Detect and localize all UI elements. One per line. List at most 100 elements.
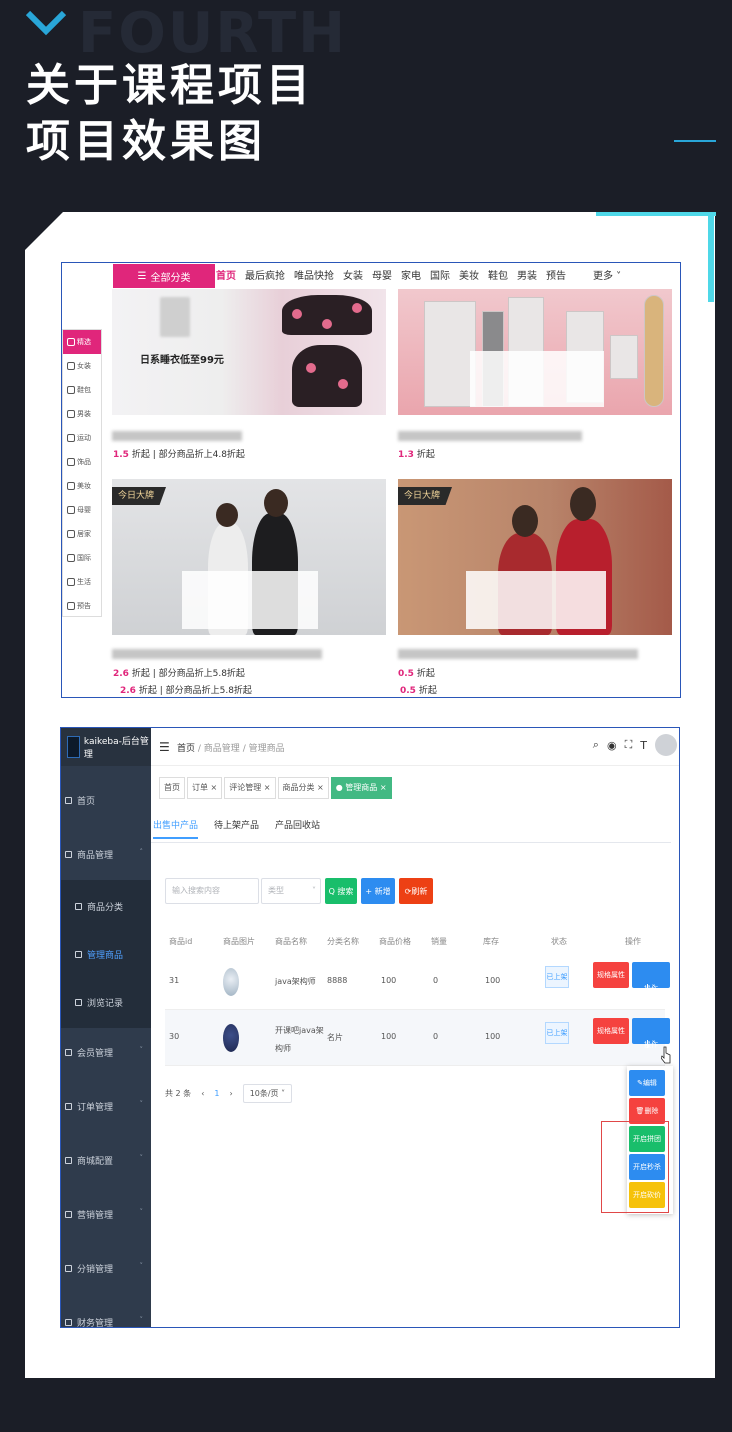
- shop-top-nav: 首页 最后疯抢 唯品快抢 女装 母婴 家电 国际 美妆 鞋包 男装 预告 更多 …: [216, 267, 621, 282]
- side-category-item[interactable]: 饰品: [63, 450, 101, 474]
- blurred-title: [112, 649, 322, 659]
- breadcrumb-mid[interactable]: 商品管理: [204, 744, 240, 754]
- tag-item[interactable]: 首页: [159, 777, 185, 799]
- promo-tile-sportswear[interactable]: 今日大牌: [112, 479, 386, 635]
- promo-tile-sleepwear[interactable]: 日系睡衣低至99元: [112, 289, 386, 415]
- search-icon[interactable]: ⌕: [593, 738, 599, 752]
- side-category-item[interactable]: 预告: [63, 594, 101, 618]
- tab-recycle[interactable]: 产品回收站: [275, 818, 320, 839]
- sidebar-item-home[interactable]: 首页: [61, 774, 151, 826]
- lock-icon: [65, 1102, 72, 1110]
- appliance-image: [610, 335, 638, 379]
- admin-screenshot: kaikeba-后台管理 首页 商品管理 ˄ 商品分类 管理商品 浏览记录 会员管…: [60, 727, 680, 1328]
- nav-item[interactable]: 唯品快抢: [294, 267, 334, 282]
- github-icon[interactable]: ◉: [607, 739, 617, 752]
- side-category-item[interactable]: 居家: [63, 522, 101, 546]
- price-line: 0.5 折起: [398, 666, 435, 679]
- nav-item[interactable]: 首页: [216, 267, 236, 282]
- nav-item[interactable]: 预告: [546, 267, 566, 282]
- add-button[interactable]: + 新增: [361, 878, 395, 904]
- sidebar-item-categories[interactable]: 商品分类: [61, 880, 151, 932]
- accent-line: [674, 140, 716, 142]
- operate-button[interactable]: 操作 ˅: [632, 1018, 670, 1049]
- sidebar-item-distribution[interactable]: 分销管理 ˅: [61, 1242, 151, 1294]
- side-category-label: 美妆: [77, 482, 91, 490]
- side-category-item[interactable]: 母婴: [63, 498, 101, 522]
- side-category-label: 女装: [77, 362, 91, 370]
- nav-item[interactable]: 美妆: [459, 267, 479, 282]
- nav-item[interactable]: 母婴: [372, 267, 392, 282]
- fullscreen-icon[interactable]: ⛶: [625, 738, 633, 752]
- chevron-down-icon: ˅: [646, 984, 655, 992]
- operate-button[interactable]: 操作 ˅: [632, 962, 670, 993]
- shoe-icon: [67, 434, 75, 442]
- prev-page-icon[interactable]: ‹: [201, 1089, 204, 1098]
- tag-item-active[interactable]: ● 管理商品 ×: [330, 777, 392, 799]
- search-button[interactable]: Q 搜索: [325, 878, 357, 904]
- avatar[interactable]: [655, 734, 677, 756]
- tag-item[interactable]: 评论管理 ×: [224, 777, 276, 799]
- all-categories-button[interactable]: ☰ 全部分类: [113, 264, 215, 288]
- tab-on-sale[interactable]: 出售中产品: [153, 818, 199, 839]
- sidebar-item-config[interactable]: 商城配置 ˅: [61, 1134, 151, 1186]
- nav-item[interactable]: 最后疯抢: [245, 267, 285, 282]
- nav-item[interactable]: 国际: [430, 267, 450, 282]
- hamburger-icon[interactable]: ☰: [159, 740, 170, 754]
- chevron-down-icon: [26, 10, 66, 36]
- price-line: 0.5 折起: [400, 683, 437, 696]
- promo-tile-appliances[interactable]: [398, 289, 672, 415]
- nav-item[interactable]: 女装: [343, 267, 363, 282]
- next-page-icon[interactable]: ›: [229, 1089, 232, 1098]
- corner-accent: [596, 212, 716, 216]
- promo-tile-fashion[interactable]: 今日大牌: [398, 479, 672, 635]
- side-category-item[interactable]: 美妆: [63, 474, 101, 498]
- sidebar-item-members[interactable]: 会员管理 ˅: [61, 1026, 151, 1078]
- side-category-item[interactable]: 生活: [63, 570, 101, 594]
- sidebar-item-finance[interactable]: 财务管理 ˅: [61, 1296, 151, 1327]
- tag-item[interactable]: 订单 ×: [187, 777, 223, 799]
- cell-sales: 0: [433, 1032, 439, 1041]
- discount-desc: 部分商品折上4.8折起: [158, 450, 245, 460]
- tag-label: 商品分类: [282, 783, 315, 792]
- nav-item[interactable]: 男装: [517, 267, 537, 282]
- select-label: 类型: [268, 886, 284, 895]
- type-select[interactable]: 类型 ˅: [261, 878, 321, 904]
- nav-item[interactable]: 鞋包: [488, 267, 508, 282]
- tag-item[interactable]: 商品分类 ×: [277, 777, 329, 799]
- spec-attr-button[interactable]: 规格属性: [593, 962, 629, 988]
- side-category-list: 精选 女装 鞋包 男装 运动 饰品 美妆 母婴 居家 国际 生活 预告: [62, 329, 102, 617]
- font-size-icon[interactable]: T: [640, 739, 647, 752]
- column-header: 商品id: [169, 937, 193, 946]
- sidebar-item-products[interactable]: 商品管理 ˄: [61, 828, 151, 880]
- side-category-item[interactable]: 运动: [63, 426, 101, 450]
- nav-item[interactable]: 家电: [401, 267, 421, 282]
- side-category-item[interactable]: 女装: [63, 354, 101, 378]
- side-category-item[interactable]: 国际: [63, 546, 101, 570]
- dropdown-edit[interactable]: ✎ 编辑: [629, 1070, 665, 1096]
- sidebar-item-history[interactable]: 浏览记录: [61, 976, 151, 1028]
- sidebar-item-marketing[interactable]: 营销管理 ˅: [61, 1188, 151, 1240]
- highlight-box: [601, 1121, 669, 1213]
- sidebar-item-manage-products[interactable]: 管理商品: [61, 928, 151, 980]
- product-thumbnail: [223, 968, 239, 996]
- search-input[interactable]: 输入搜索内容: [165, 878, 259, 904]
- fridge-image: [424, 301, 476, 407]
- side-category-item[interactable]: 鞋包: [63, 378, 101, 402]
- pager-current[interactable]: 1: [214, 1089, 219, 1098]
- chevron-down-icon: ˅: [139, 1316, 144, 1324]
- column-header: 操作: [625, 937, 641, 946]
- refresh-label: 刷新: [411, 886, 428, 896]
- refresh-button[interactable]: ⟳ 刷新: [399, 878, 433, 904]
- side-category-item[interactable]: 男装: [63, 402, 101, 426]
- side-category-item[interactable]: 精选: [63, 330, 101, 354]
- spec-attr-button[interactable]: 规格属性: [593, 1018, 629, 1044]
- cell-category: 名片: [327, 1033, 343, 1042]
- nav-more[interactable]: 更多 ˅: [593, 267, 621, 282]
- refresh-icon: ⟳: [404, 886, 412, 896]
- admin-sidebar: kaikeba-后台管理 首页 商品管理 ˄ 商品分类 管理商品 浏览记录 会员管…: [61, 728, 151, 1327]
- breadcrumb-home[interactable]: 首页: [177, 744, 195, 754]
- tab-pending[interactable]: 待上架产品: [214, 818, 259, 839]
- discount-desc: 部分商品折上5.8折起: [165, 686, 252, 696]
- sidebar-item-orders[interactable]: 订单管理 ˅: [61, 1080, 151, 1132]
- page-size-select[interactable]: 10条/页 ˅: [242, 1084, 293, 1103]
